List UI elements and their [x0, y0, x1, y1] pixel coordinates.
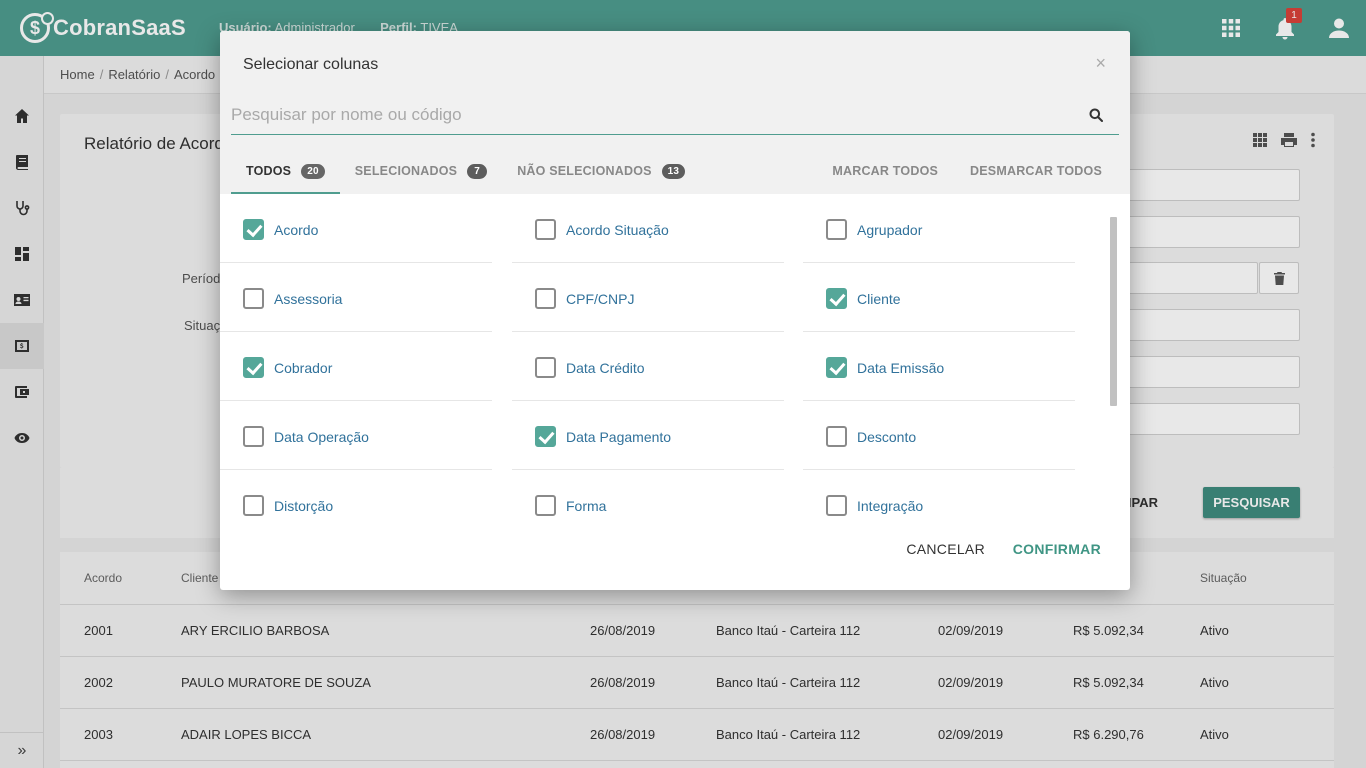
cancel-button[interactable]: CANCELAR — [906, 541, 985, 557]
column-option[interactable]: Desconto — [803, 401, 1075, 470]
column-search — [231, 97, 1119, 135]
tab-todos[interactable]: TODOS 20 — [231, 153, 340, 194]
column-option-label[interactable]: CPF/CNPJ — [566, 288, 634, 310]
column-option-label[interactable]: Cobrador — [274, 357, 332, 379]
column-option[interactable]: Forma — [512, 470, 784, 521]
column-option[interactable]: CPF/CNPJ — [512, 263, 784, 332]
unmark-all-button[interactable]: DESMARCAR TODOS — [970, 164, 1102, 178]
modal-footer: CANCELAR CONFIRMAR — [220, 521, 1130, 590]
checkbox-unchecked[interactable] — [243, 426, 264, 447]
tab-label: NÃO SELECIONADOS — [517, 164, 652, 178]
column-option-label[interactable]: Cliente — [857, 288, 901, 310]
confirm-button[interactable]: CONFIRMAR — [1013, 541, 1101, 557]
column-option-label[interactable]: Acordo — [274, 219, 318, 241]
column-option[interactable]: Assessoria — [220, 263, 492, 332]
column-option-label[interactable]: Forma — [566, 495, 606, 517]
tab-label: SELECIONADOS — [354, 164, 458, 178]
checkbox-unchecked[interactable] — [826, 495, 847, 516]
column-option-label[interactable]: Distorção — [274, 495, 333, 517]
column-option[interactable]: Data Crédito — [512, 332, 784, 401]
column-option-label[interactable]: Data Crédito — [566, 357, 645, 379]
column-option[interactable]: Agrupador — [803, 194, 1075, 263]
column-option-label[interactable]: Agrupador — [857, 219, 922, 241]
checkbox-checked[interactable] — [243, 219, 264, 240]
column-option[interactable]: Distorção — [220, 470, 492, 521]
tab-label: TODOS — [246, 164, 292, 178]
checkbox-unchecked[interactable] — [243, 288, 264, 309]
column-option[interactable]: Integração — [803, 470, 1075, 521]
checkbox-unchecked[interactable] — [535, 495, 556, 516]
column-option-label[interactable]: Desconto — [857, 426, 916, 448]
column-option[interactable]: Cobrador — [220, 332, 492, 401]
modal-title: Selecionar colunas — [243, 56, 379, 73]
column-filter-tabs: TODOS 20 SELECIONADOS 7 NÃO SELECIONADOS… — [231, 153, 700, 194]
checkbox-checked[interactable] — [535, 426, 556, 447]
column-option-label[interactable]: Data Pagamento — [566, 426, 671, 448]
column-option[interactable]: Data Operação — [220, 401, 492, 470]
close-icon[interactable]: × — [1095, 53, 1106, 74]
tab-nao-selecionados[interactable]: NÃO SELECIONADOS 13 — [502, 153, 700, 194]
column-option[interactable]: Data Emissão — [803, 332, 1075, 401]
checkbox-checked[interactable] — [826, 288, 847, 309]
checkbox-unchecked[interactable] — [535, 357, 556, 378]
modal-header: Selecionar colunas × TODOS 20 SELECIONAD… — [220, 31, 1130, 194]
checkbox-unchecked[interactable] — [535, 288, 556, 309]
search-input[interactable] — [231, 97, 1081, 133]
column-option[interactable]: Data Pagamento — [512, 401, 784, 470]
tab-selecionados[interactable]: SELECIONADOS 7 — [340, 153, 502, 194]
tab-count-badge: 13 — [661, 164, 686, 179]
checkbox-unchecked[interactable] — [826, 426, 847, 447]
column-option[interactable]: Cliente — [803, 263, 1075, 332]
search-icon[interactable] — [1089, 108, 1103, 122]
column-option-label[interactable]: Data Operação — [274, 426, 369, 448]
column-option-label[interactable]: Acordo Situação — [566, 219, 669, 241]
select-columns-modal: Selecionar colunas × TODOS 20 SELECIONAD… — [220, 31, 1130, 590]
checkbox-checked[interactable] — [243, 357, 264, 378]
tab-count-badge: 20 — [301, 164, 325, 179]
tab-count-badge: 7 — [467, 164, 488, 179]
column-option-label[interactable]: Integração — [857, 495, 923, 517]
checkbox-unchecked[interactable] — [826, 219, 847, 240]
checkbox-checked[interactable] — [826, 357, 847, 378]
column-option[interactable]: Acordo Situação — [512, 194, 784, 263]
bulk-actions: MARCAR TODOS DESMARCAR TODOS — [832, 164, 1102, 178]
mark-all-button[interactable]: MARCAR TODOS — [832, 164, 938, 178]
column-option[interactable]: Acordo — [220, 194, 492, 263]
column-list-scrollbar[interactable] — [1110, 217, 1117, 406]
column-option-label[interactable]: Assessoria — [274, 288, 342, 310]
checkbox-unchecked[interactable] — [535, 219, 556, 240]
column-option-label[interactable]: Data Emissão — [857, 357, 944, 379]
column-list[interactable]: Acordo Acordo Situação Agrupador Assessoria… — [220, 194, 1130, 521]
checkbox-unchecked[interactable] — [243, 495, 264, 516]
